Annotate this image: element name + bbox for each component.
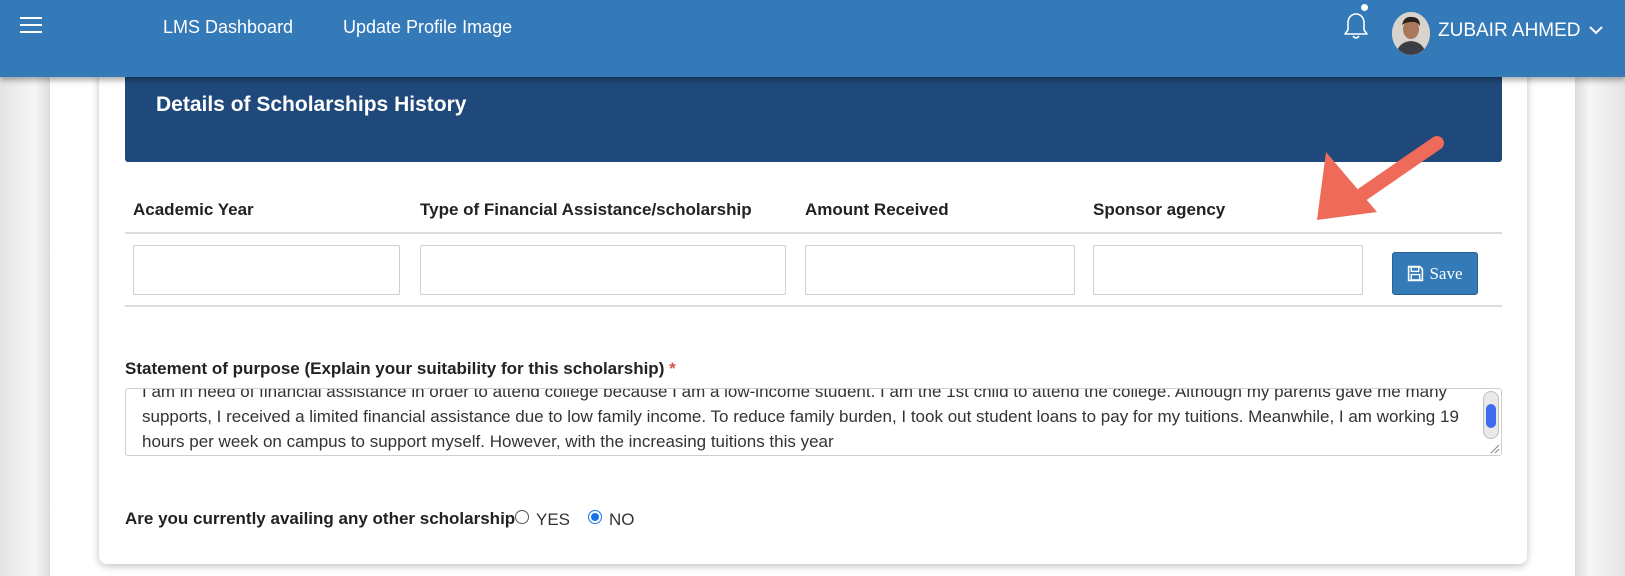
hamburger-icon[interactable] bbox=[20, 17, 42, 35]
statement-text[interactable]: I am in need of financial assistance in … bbox=[142, 389, 1462, 454]
save-button-label: Save bbox=[1429, 263, 1463, 283]
table-header-divider bbox=[125, 232, 1502, 234]
section-title: Details of Scholarships History bbox=[156, 93, 467, 116]
user-name[interactable]: ZUBAIR AHMED bbox=[1438, 20, 1581, 42]
statement-label-text: Statement of purpose (Explain your suita… bbox=[125, 359, 665, 378]
other-scholarship-question-text: Are you currently availing any other sch… bbox=[125, 509, 516, 528]
chevron-down-icon[interactable] bbox=[1588, 24, 1604, 36]
bell-icon[interactable] bbox=[1343, 10, 1369, 40]
floppy-disk-icon bbox=[1408, 265, 1424, 282]
page-gutter-left bbox=[0, 0, 50, 576]
table-row-divider bbox=[125, 305, 1502, 307]
financial-assistance-type-input[interactable] bbox=[420, 245, 786, 295]
resize-grip-icon[interactable] bbox=[1488, 442, 1500, 454]
other-scholarship-question: Are you currently availing any other sch… bbox=[125, 509, 527, 529]
statement-of-purpose-label: Statement of purpose (Explain your suita… bbox=[125, 359, 676, 379]
textarea-scrollbar[interactable] bbox=[1483, 391, 1499, 439]
avatar[interactable] bbox=[1392, 12, 1430, 55]
section-header: Details of Scholarships History bbox=[125, 77, 1502, 162]
top-navbar: LMS Dashboard Update Profile Image ZUBAI… bbox=[0, 0, 1625, 77]
radio-yes[interactable] bbox=[515, 510, 529, 524]
nav-link-update-profile-image[interactable]: Update Profile Image bbox=[343, 17, 512, 38]
amount-received-input[interactable] bbox=[805, 245, 1075, 295]
radio-no-label[interactable]: NO bbox=[609, 510, 635, 530]
nav-link-lms-dashboard[interactable]: LMS Dashboard bbox=[163, 17, 293, 38]
column-header-sponsor-agency: Sponsor agency bbox=[1093, 200, 1226, 219]
column-header-amount-received: Amount Received bbox=[805, 200, 949, 219]
notification-dot bbox=[1361, 4, 1368, 11]
column-header-academic-year: Academic Year bbox=[133, 200, 254, 219]
statement-of-purpose-textarea[interactable]: I am in need of financial assistance in … bbox=[125, 388, 1502, 456]
page-gutter-right bbox=[1575, 0, 1625, 576]
required-asterisk: * bbox=[669, 359, 676, 378]
scrollbar-thumb[interactable] bbox=[1486, 404, 1496, 428]
annotation-arrow-icon bbox=[1317, 136, 1444, 220]
save-button[interactable]: Save bbox=[1392, 252, 1478, 295]
radio-no[interactable] bbox=[588, 510, 602, 524]
academic-year-input[interactable] bbox=[133, 245, 400, 295]
radio-yes-label[interactable]: YES bbox=[536, 510, 570, 530]
sponsor-agency-input[interactable] bbox=[1093, 245, 1363, 295]
column-header-financial-assistance-type: Type of Financial Assistance/scholarship bbox=[420, 200, 752, 219]
